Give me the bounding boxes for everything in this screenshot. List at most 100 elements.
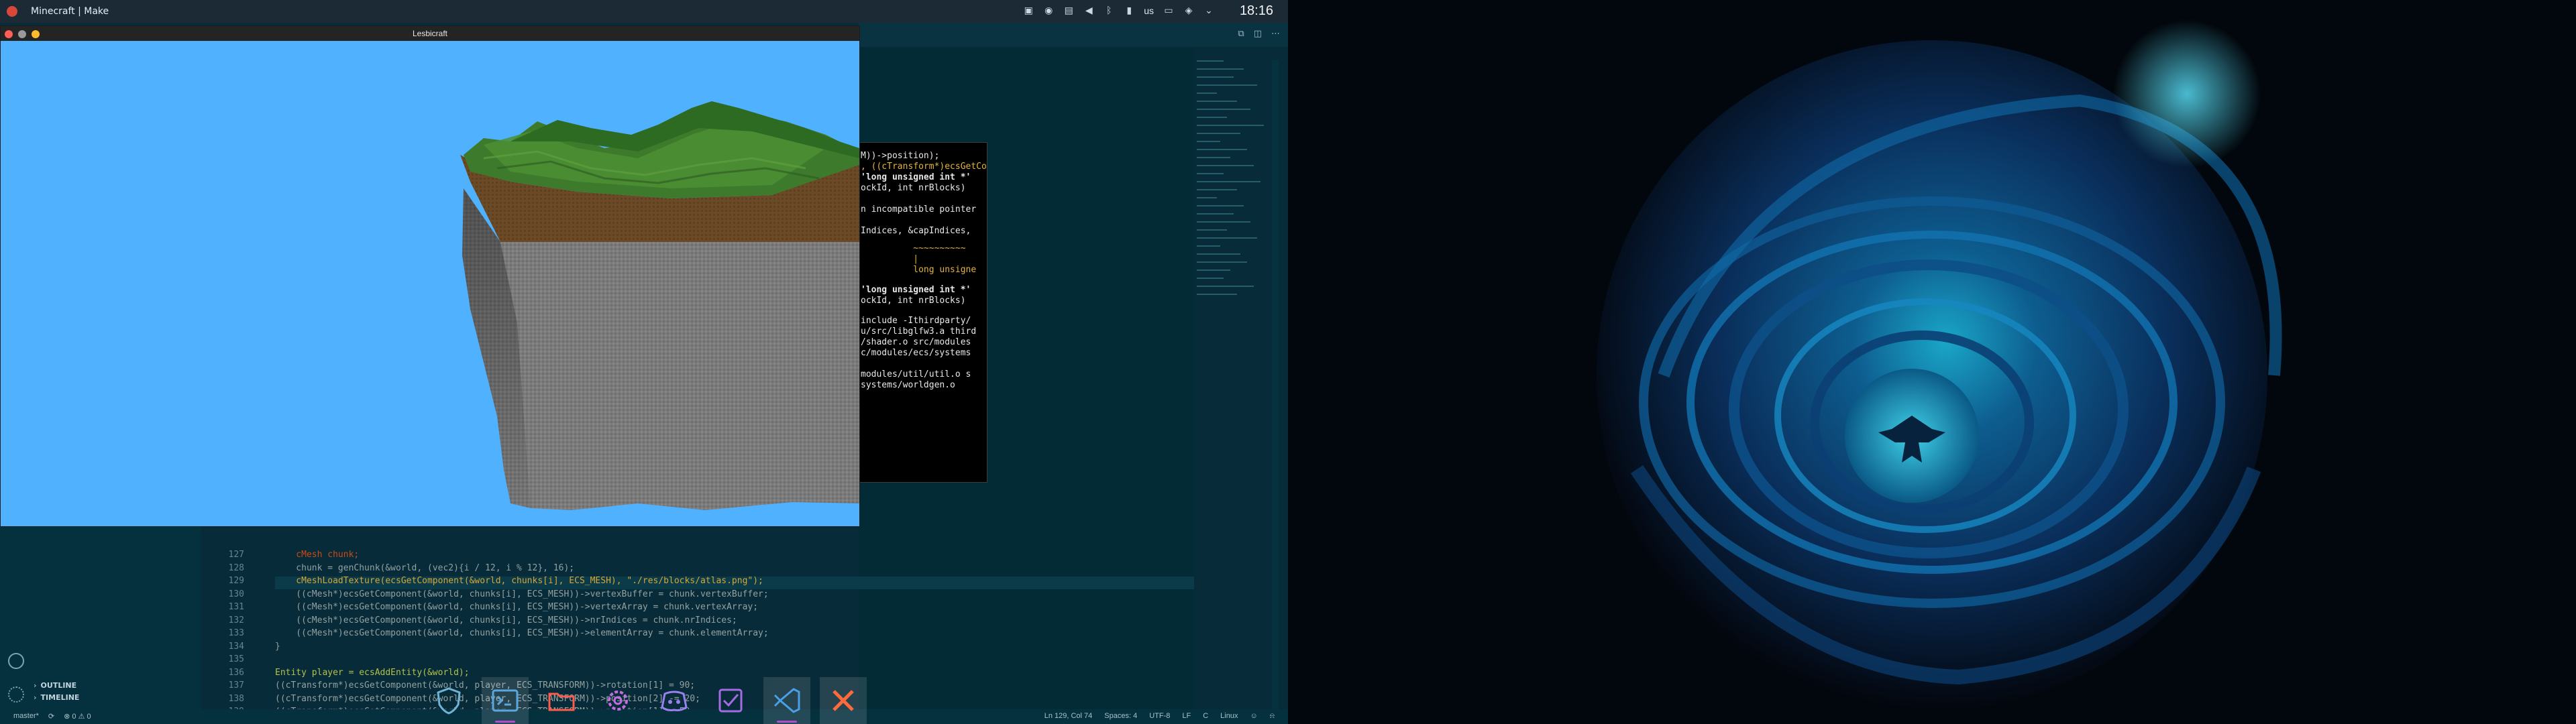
code-line[interactable]: cMeshLoadTexture(ecsGetComponent(&world,… (275, 576, 763, 586)
terminal-line: modules/util/util.o s (861, 369, 971, 379)
clock[interactable]: 18:16 (1240, 3, 1273, 19)
sync-icon[interactable]: ⟳ (48, 712, 54, 721)
terminal-line: , ((cTransform*)ecsGetComponent(&wo (861, 162, 987, 172)
minimap-line (1197, 125, 1264, 126)
minimap-line (1197, 253, 1240, 255)
dock-discord[interactable] (651, 677, 698, 724)
line-number: 128 (228, 562, 244, 573)
language-mode[interactable]: C (1203, 712, 1208, 721)
network-icon[interactable]: ◈ (1183, 5, 1194, 16)
line-number: 134 (228, 641, 244, 652)
timeline-section[interactable]: › TIMELINE (34, 693, 79, 707)
manage-gear-icon[interactable] (8, 686, 24, 703)
git-branch[interactable]: master* (13, 712, 39, 721)
terminal-line: u/src/libglfw3.a third (861, 326, 977, 337)
code-line[interactable]: ((cMesh*)ecsGetComponent(&world, chunks[… (275, 628, 768, 638)
minimap-line (1197, 157, 1230, 158)
line-number: 133 (228, 628, 244, 638)
terminal-line: /shader.o src/modules (861, 337, 971, 347)
minimap-line (1197, 68, 1244, 70)
minimap[interactable] (1194, 60, 1275, 315)
notifications-icon[interactable]: ⍾ (1270, 712, 1275, 721)
minimap-line (1197, 213, 1234, 215)
dock-terminal[interactable] (482, 677, 529, 724)
chevron-down-icon[interactable]: ⌄ (1203, 5, 1214, 16)
code-line[interactable]: ((cMesh*)ecsGetComponent(&world, chunks[… (275, 615, 737, 625)
minimap-line (1197, 149, 1247, 150)
code-line[interactable]: } (275, 642, 280, 652)
line-number: 138 (228, 693, 244, 704)
terrain-stone-front-face (500, 242, 859, 510)
minimap-line (1197, 245, 1220, 247)
minimap-line (1197, 197, 1217, 198)
terminal-line: n incompatible pointer (861, 204, 977, 215)
keyboard-layout-indicator[interactable]: us (1144, 5, 1154, 16)
minimap-line (1197, 76, 1234, 78)
dock-tasks[interactable] (707, 677, 754, 724)
feedback-icon[interactable]: ☺ (1250, 712, 1257, 721)
dock-files[interactable] (538, 677, 585, 724)
minecraft-window[interactable]: Lesbicraft (0, 25, 860, 527)
line-number: 129 (228, 576, 244, 586)
minimap-line (1197, 109, 1250, 110)
terminal-line: long unsigne (861, 265, 977, 275)
terminal-line: systems/worldgen.o (861, 380, 955, 390)
outline-section[interactable]: › OUTLINE (34, 681, 76, 695)
terminal-line: 'long unsigned int *' (861, 172, 971, 182)
compare-icon[interactable]: ⧉ (1238, 29, 1244, 39)
volume-icon[interactable]: ◀ (1083, 5, 1094, 16)
minimap-line (1197, 294, 1237, 295)
minimap-line (1197, 133, 1240, 134)
minimap-line (1197, 189, 1237, 190)
minimap-line (1197, 84, 1257, 86)
minimap-line (1197, 141, 1220, 142)
code-line[interactable]: chunk = genChunk(&world, (vec2){i / 12, … (275, 563, 574, 573)
minimap-line (1197, 269, 1230, 271)
battery-icon[interactable]: ▮ (1124, 5, 1134, 16)
more-actions-icon[interactable]: ⋯ (1271, 29, 1280, 39)
line-number: 137 (228, 680, 244, 690)
notes-icon[interactable]: ▤ (1063, 5, 1074, 16)
eye-icon[interactable]: ◉ (1043, 5, 1054, 16)
account-icon[interactable] (8, 653, 24, 669)
minimap-line (1197, 205, 1244, 206)
terminal-line: ockId, int nrBlocks) (861, 296, 966, 306)
line-number: 136 (228, 667, 244, 678)
platform[interactable]: Linux (1220, 712, 1238, 721)
cursor-position[interactable]: Ln 129, Col 74 (1044, 712, 1093, 721)
display-icon[interactable]: ▭ (1163, 5, 1174, 16)
left-monitor: Minecraft | Make ▣ ◉ ▤ ◀ ᛒ ▮ us ▭ ◈ ⌄ 18… (0, 0, 1288, 724)
indentation[interactable]: Spaces: 4 (1104, 712, 1137, 721)
terminal-window[interactable]: M))->position);, ((cTransform*)ecsGetCom… (851, 142, 987, 483)
minimap-line (1197, 101, 1237, 102)
terminal-line: ~~~~~~~~~~ (861, 243, 966, 253)
terminal-line: 'long unsigned int *' (861, 285, 971, 295)
discord-icon (661, 690, 688, 711)
line-endings[interactable]: LF (1182, 712, 1191, 721)
split-editor-icon[interactable]: ◫ (1254, 29, 1262, 39)
line-number: 130 (228, 589, 244, 599)
code-line[interactable]: Entity player = ecsAddEntity(&world); (275, 668, 470, 678)
minimap-line (1197, 173, 1224, 174)
terminal-line: ockId, int nrBlocks) (861, 183, 966, 193)
app-menu-icon[interactable] (7, 6, 17, 17)
minimap-line (1197, 117, 1227, 118)
game-viewport[interactable] (1, 41, 859, 526)
dock-close[interactable] (820, 677, 867, 724)
clipboard-icon[interactable]: ▣ (1023, 5, 1034, 16)
terminal-line: c/modules/ecs/systems (861, 348, 971, 358)
dock-settings[interactable] (594, 677, 641, 724)
problems-indicator[interactable]: ⊗ 0 ⚠ 0 (64, 712, 91, 721)
bluetooth-icon[interactable]: ᛒ (1104, 5, 1114, 16)
minecraft-titlebar[interactable]: Lesbicraft (1, 26, 859, 41)
tasks-icon (718, 688, 743, 713)
terminal-line: Indices, &capIndices, (861, 226, 971, 236)
code-line[interactable]: ((cMesh*)ecsGetComponent(&world, chunks[… (275, 602, 758, 612)
dock-vscode[interactable] (763, 677, 810, 724)
code-line[interactable]: ((cMesh*)ecsGetComponent(&world, chunks[… (275, 589, 768, 599)
dock-firewall[interactable] (425, 677, 472, 724)
terminal-line: M))->position); (861, 151, 940, 161)
encoding[interactable]: UTF-8 (1149, 712, 1170, 721)
code-line[interactable]: cMesh chunk; (275, 550, 359, 560)
minimap-line (1197, 237, 1257, 239)
